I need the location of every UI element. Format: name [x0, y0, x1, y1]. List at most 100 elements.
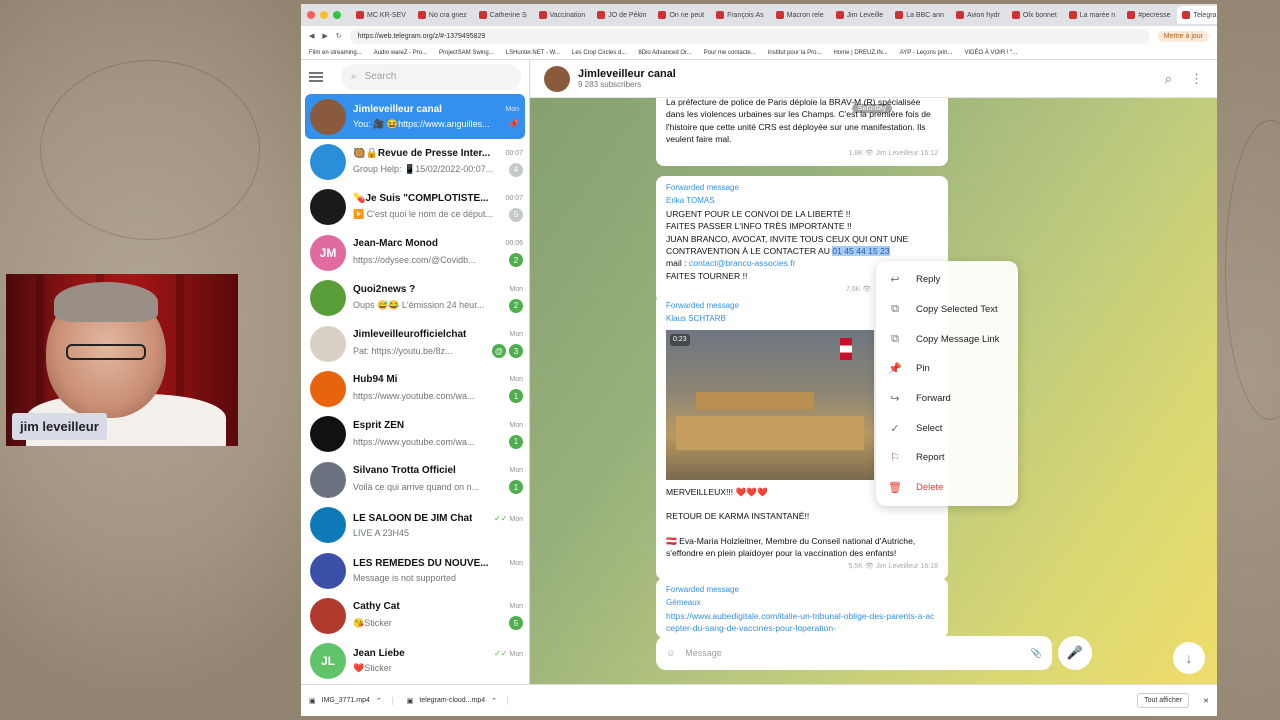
message-composer[interactable]: ☺ Message 📎 [656, 636, 1052, 670]
mail-link[interactable]: contact@branco-associes.fr [689, 258, 796, 268]
chat-list-item[interactable]: Jimleveilleur canal Mon You: 🎥 😆https://… [305, 93, 525, 140]
browser-tab[interactable]: Macron rele [771, 6, 829, 24]
chat-time-wrap: Mon [509, 286, 523, 293]
chat-preview: LIVE A 23H45 [353, 527, 410, 538]
hamburger-menu-icon[interactable] [309, 71, 323, 82]
bookmark-item[interactable]: AYP - Leçons prin... [900, 50, 953, 56]
more-vertical-icon[interactable]: ⋮ [1190, 71, 1203, 87]
chat-list-item[interactable]: LE SALOON DE JIM Chat ✓✓ Mon LIVE A 23H4… [301, 502, 529, 547]
context-menu-item-forward[interactable]: ↪ Forward [876, 384, 1018, 414]
maximize-window-button[interactable] [333, 11, 341, 19]
channel-avatar[interactable] [544, 65, 570, 92]
browser-tab[interactable]: La BBC ann [890, 6, 949, 24]
browser-tab[interactable]: #pecresse [1122, 6, 1175, 24]
show-all-downloads-button[interactable]: Tout afficher [1137, 693, 1190, 708]
message-bubble[interactable]: La préfecture de police de Paris déploie… [656, 98, 948, 167]
context-menu-item-report[interactable]: ⚐ Report [876, 443, 1018, 473]
chat-item-top: Esprit ZEN Mon [353, 420, 523, 431]
menu-item-label: Report [916, 452, 945, 464]
bookmark-item[interactable]: Film en streaming... [309, 50, 362, 56]
message-input[interactable]: Message [685, 648, 1021, 658]
bookmark-item[interactable]: ProjectSAM Swing... [439, 50, 494, 56]
avatar-initials: JL [320, 654, 335, 669]
chat-list-item[interactable]: JM Jean-Marc Monod 00:06 https://odysee.… [301, 230, 529, 275]
video-file-icon: ▣ [406, 697, 414, 705]
microphone-button[interactable]: 🎤 [1058, 636, 1092, 670]
search-input[interactable]: ⌕ Search [341, 63, 521, 90]
scroll-down-button[interactable]: ↓ [1173, 642, 1205, 674]
menu-item-label: Copy Selected Text [916, 304, 998, 316]
bookmark-item[interactable]: Home | DREUZ.IN... [833, 50, 887, 56]
chat-item-body: Cathy Cat Mon 😘Sticker 5 [353, 601, 523, 631]
context-menu-item-delete[interactable]: 🗑 Delete [876, 473, 1018, 503]
chevron-up-icon[interactable]: ⌃ [376, 697, 382, 705]
close-icon[interactable]: ✕ [1203, 697, 1209, 705]
favicon-icon [716, 11, 725, 19]
context-menu-item-copy-selected-text[interactable]: ⧉ Copy Selected Text [876, 295, 1018, 325]
browser-tab[interactable]: Jim Leveille [831, 6, 889, 24]
message-context-menu: ↩ Reply ⧉ Copy Selected Text ⧉ Copy Message L… [876, 261, 1018, 506]
chat-preview: Message is not supported [353, 573, 457, 584]
download-item[interactable]: ▣ IMG_3771.mp4 ⌃ [309, 696, 393, 705]
phone-number-selection[interactable]: 01 45 44 15 23 [832, 246, 890, 257]
chat-list-item[interactable]: 🥘🔒Revue de Presse Inter... 00:07 Group H… [301, 139, 529, 184]
tab-label: Olx bonnet [1022, 11, 1057, 19]
bookmark-item[interactable]: VIDÉO À VOIR ! "... [965, 50, 1018, 56]
chat-item-bottom: 😘Sticker 5 [353, 616, 523, 631]
minimize-window-button[interactable] [320, 11, 328, 19]
bookmark-item[interactable]: Audio wareZ - Pro... [374, 50, 427, 56]
subscriber-count: 9 283 subscribers [578, 80, 642, 89]
browser-tab[interactable]: Vaccination [534, 6, 591, 24]
close-window-button[interactable] [307, 11, 315, 19]
browser-tab[interactable]: JO de Pékin [592, 6, 651, 24]
bookmark-item[interactable]: Les Crop Circles d... [572, 50, 626, 56]
chat-list-item[interactable]: Cathy Cat Mon 😘Sticker 5 [301, 593, 529, 638]
context-menu-item-pin[interactable]: 📌 Pin [876, 354, 1018, 384]
context-menu-item-reply[interactable]: ↩ Reply [876, 265, 1018, 295]
bookmark-item[interactable]: Institut pour la Pro... [768, 50, 822, 56]
attach-icon[interactable]: 📎 [1031, 648, 1042, 659]
bookmark-item[interactable]: 8Dio Advanced Or... [638, 50, 691, 56]
back-icon[interactable]: ◀ [309, 32, 314, 40]
chat-list-item[interactable]: LES REMÈDES DU NOUVE... Mon Message is n… [301, 548, 529, 593]
browser-tab[interactable]: Catherine S [474, 6, 532, 24]
menu-item-label: Copy Message Link [916, 333, 1000, 345]
forward-nav-icon[interactable]: ▶ [322, 32, 327, 40]
message-bubble[interactable]: Forwarded message Gémeaux https://www.au… [656, 578, 948, 638]
reload-icon[interactable]: ↻ [336, 32, 342, 40]
search-icon[interactable]: ⌕ [1165, 71, 1172, 87]
browser-tab[interactable]: François As [711, 6, 769, 24]
message-link[interactable]: https://www.aubedigitale.com/italie-un-t… [666, 610, 938, 635]
browser-tab[interactable]: MC KR-SEV [351, 6, 411, 24]
pin-icon: 📌 [888, 363, 902, 376]
chat-list-item[interactable]: Jimleveilleurofficielchat Mon Pat: https… [301, 321, 529, 366]
update-button[interactable]: Mettre à jour [1157, 30, 1209, 42]
bookmark-item[interactable]: LSHunter.NET - W... [506, 50, 560, 56]
chat-list-item[interactable]: Esprit ZEN Mon https://www.youtube.com/w… [301, 412, 529, 457]
browser-tab[interactable]: Avion hydr [951, 6, 1005, 24]
download-item[interactable]: ▣ telegram-cloud...mp4 ⌃ [406, 696, 509, 705]
browser-tab[interactable]: Telegram× [1177, 6, 1217, 24]
chat-list-item[interactable]: 💊Je Suis "COMPLOTISTE... 00:07 ▶️ C'est … [301, 185, 529, 230]
chat-list-item[interactable]: Quoi2news ? Mon Oups 😅😂 L'émission 24 he… [301, 275, 529, 320]
chat-badges: 5 [509, 616, 523, 631]
context-menu-item-select[interactable]: ✓ Select [876, 413, 1018, 443]
url-field[interactable]: https://web.telegram.org/z/#-1379495829 [349, 28, 1150, 44]
video-thumbnail[interactable]: 0:23 [666, 329, 874, 480]
chat-list-item[interactable]: JL Jean Liebe ✓✓ Mon ❤️Sticker [301, 639, 529, 684]
bookmark-item[interactable]: Pour me contacte... [704, 50, 756, 56]
message-time: 16:12 [920, 149, 938, 157]
chat-list-item[interactable]: Silvano Trotta Officiel Mon Voilà ce qui… [301, 457, 529, 502]
browser-tab[interactable]: On ne peut [653, 6, 709, 24]
forward-source[interactable]: Erika TOMAS [666, 195, 938, 207]
forward-source[interactable]: Gémeaux [666, 597, 938, 609]
browser-tab[interactable]: Olx bonnet [1007, 6, 1062, 24]
chat-title-block[interactable]: Jimleveilleur canal 9 283 subscribers [578, 68, 676, 89]
browser-tab[interactable]: No cra gnez [413, 6, 472, 24]
chevron-up-icon[interactable]: ⌃ [491, 697, 497, 705]
chat-list-item[interactable]: Hub94 Mi Mon https://www.youtube.com/wa.… [301, 366, 529, 411]
chat-time: Mon [509, 651, 523, 659]
context-menu-item-copy-message-link[interactable]: ⧉ Copy Message Link [876, 324, 1018, 354]
browser-tab[interactable]: La marée n [1064, 6, 1120, 24]
emoji-icon[interactable]: ☺ [666, 648, 675, 658]
